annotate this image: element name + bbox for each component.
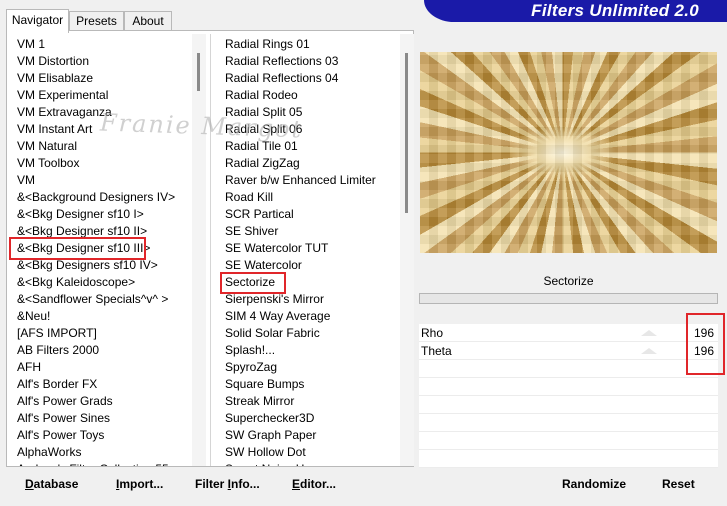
filter-item[interactable]: Radial Reflections 04: [225, 70, 400, 87]
category-item[interactable]: Alf's Border FX: [17, 376, 192, 393]
category-item[interactable]: Alf's Power Grads: [17, 393, 192, 410]
filter-scrollbar[interactable]: [400, 34, 414, 466]
parameter-panel: Rho 196 Theta 196: [419, 324, 718, 468]
param-row-empty: [419, 360, 718, 378]
filter-item[interactable]: Streak Mirror: [225, 393, 400, 410]
filter-list[interactable]: Radial Rings 01 Radial Reflections 03 Radi…: [220, 34, 414, 466]
tab-navigator[interactable]: Navigator: [6, 9, 69, 33]
app-title: Filters Unlimited 2.0: [531, 1, 699, 20]
title-banner: Filters Unlimited 2.0: [424, 0, 727, 22]
category-item[interactable]: AFH: [17, 359, 192, 376]
param-value: 196: [693, 344, 714, 358]
filter-item[interactable]: Sierpenski's Mirror: [225, 291, 400, 308]
param-label: Rho: [421, 326, 444, 340]
category-item[interactable]: &<Bkg Designer sf10 I>: [17, 206, 192, 223]
filter-item[interactable]: SE Watercolor: [225, 257, 400, 274]
filter-item[interactable]: Solid Solar Fabric: [225, 325, 400, 342]
slider-thumb[interactable]: [641, 330, 657, 336]
filter-item[interactable]: SCR Partical: [225, 206, 400, 223]
filter-item[interactable]: SW Graph Paper: [225, 427, 400, 444]
param-row-rho[interactable]: Rho 196: [419, 324, 718, 342]
category-item[interactable]: VM Elisablaze: [17, 70, 192, 87]
filter-item[interactable]: Superchecker3D: [225, 410, 400, 427]
category-item[interactable]: VM 1: [17, 36, 192, 53]
category-item[interactable]: Andrew's Filter Collection 55: [17, 461, 192, 466]
param-value: 196: [693, 326, 714, 340]
category-item[interactable]: &<Bkg Designer sf10 II>: [17, 223, 192, 240]
category-scroll-thumb[interactable]: [197, 53, 200, 91]
filter-item[interactable]: SpyroZag: [225, 359, 400, 376]
category-item[interactable]: VM Toolbox: [17, 155, 192, 172]
filter-item[interactable]: SIM 4 Way Average: [225, 308, 400, 325]
category-item[interactable]: &Neu!: [17, 308, 192, 325]
category-item[interactable]: VM Experimental: [17, 87, 192, 104]
param-row-empty: [419, 450, 718, 468]
filter-item[interactable]: Radial Rings 01: [225, 36, 400, 53]
category-item[interactable]: &<Bkg Designers sf10 IV>: [17, 257, 192, 274]
filter-item[interactable]: Road Kill: [225, 189, 400, 206]
category-item[interactable]: AB Filters 2000: [17, 342, 192, 359]
filter-item[interactable]: Sweet Noise Hue: [225, 461, 400, 466]
category-item[interactable]: VM: [17, 172, 192, 189]
category-scrollbar[interactable]: [192, 34, 206, 466]
category-list[interactable]: VM 1 VM Distortion VM Elisablaze VM Experim…: [12, 34, 206, 466]
randomize-button[interactable]: Randomize: [562, 474, 626, 494]
reset-button[interactable]: Reset: [662, 474, 695, 494]
editor-button[interactable]: Editor...: [292, 474, 336, 494]
filter-item[interactable]: Sectorize: [225, 274, 400, 291]
filter-item[interactable]: Square Bumps: [225, 376, 400, 393]
filter-info-button[interactable]: Filter Info...: [195, 474, 260, 494]
param-row-empty: [419, 414, 718, 432]
progress-bar: [419, 293, 718, 304]
filters-unlimited-window: Filters Unlimited 2.0 Navigator Presets …: [0, 0, 727, 506]
filter-item[interactable]: SE Watercolor TUT: [225, 240, 400, 257]
filter-item[interactable]: Radial ZigZag: [225, 155, 400, 172]
filter-preview-image: [420, 52, 717, 253]
param-row-theta[interactable]: Theta 196: [419, 342, 718, 360]
category-item[interactable]: VM Distortion: [17, 53, 192, 70]
filter-item[interactable]: SW Hollow Dot: [225, 444, 400, 461]
param-row-empty: [419, 378, 718, 396]
import-button[interactable]: Import...: [116, 474, 163, 494]
category-item[interactable]: &<Bkg Designer sf10 III>: [17, 240, 192, 257]
list-divider: [210, 34, 211, 466]
filter-item[interactable]: Splash!...: [225, 342, 400, 359]
param-label: Theta: [421, 344, 452, 358]
filter-item[interactable]: Raver b/w Enhanced Limiter: [225, 172, 400, 189]
category-item[interactable]: AlphaWorks: [17, 444, 192, 461]
tab-presets[interactable]: Presets: [69, 11, 124, 31]
current-filter-name: Sectorize: [543, 274, 594, 288]
param-row-empty: [419, 432, 718, 450]
category-item[interactable]: [AFS IMPORT]: [17, 325, 192, 342]
category-item[interactable]: VM Natural: [17, 138, 192, 155]
slider-thumb[interactable]: [641, 348, 657, 354]
category-item[interactable]: Alf's Power Sines: [17, 410, 192, 427]
category-item[interactable]: &<Background Designers IV>: [17, 189, 192, 206]
filter-item[interactable]: Radial Rodeo: [225, 87, 400, 104]
filter-item[interactable]: SE Shiver: [225, 223, 400, 240]
tab-about[interactable]: About: [124, 11, 172, 31]
category-item[interactable]: &<Bkg Kaleidoscope>: [17, 274, 192, 291]
filter-scroll-thumb[interactable]: [405, 53, 408, 213]
database-button[interactable]: Database: [25, 474, 78, 494]
filter-item[interactable]: Radial Reflections 03: [225, 53, 400, 70]
category-item[interactable]: Alf's Power Toys: [17, 427, 192, 444]
param-row-empty: [419, 396, 718, 414]
category-item[interactable]: &<Sandflower Specials^v^ >: [17, 291, 192, 308]
